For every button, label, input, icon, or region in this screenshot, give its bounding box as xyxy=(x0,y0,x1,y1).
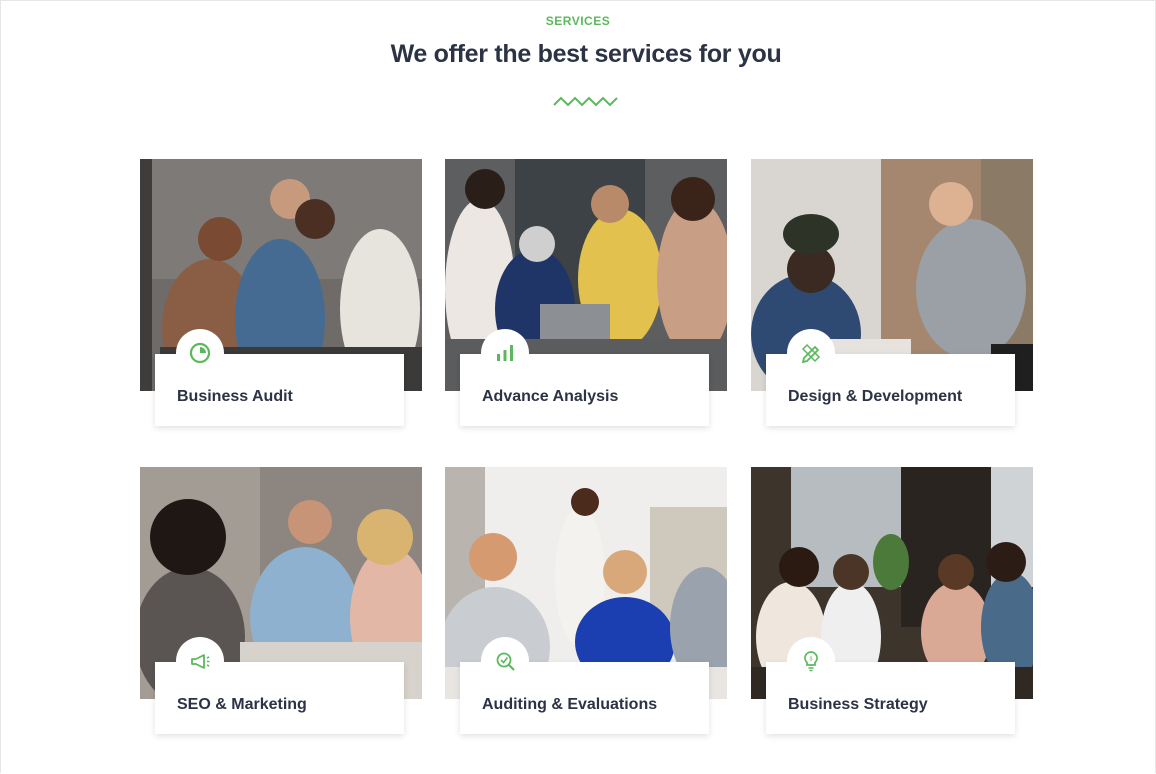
lightbulb-icon: $ xyxy=(787,637,835,685)
service-card-business-audit[interactable]: Business Audit xyxy=(140,159,422,427)
megaphone-icon xyxy=(176,637,224,685)
pie-chart-icon xyxy=(176,329,224,377)
service-title: Design & Development xyxy=(788,388,963,405)
zigzag-divider xyxy=(553,96,618,107)
magnifier-check-icon xyxy=(481,637,529,685)
svg-text:$: $ xyxy=(810,657,813,663)
service-title: Business Strategy xyxy=(788,696,928,713)
bar-chart-icon xyxy=(481,329,529,377)
service-card-design-development[interactable]: Design & Development xyxy=(751,159,1033,427)
service-card-business-strategy[interactable]: Business Strategy $ xyxy=(751,467,1033,735)
section-eyebrow: SERVICES xyxy=(545,14,611,28)
service-title: Advance Analysis xyxy=(482,388,619,405)
service-card-seo-marketing[interactable]: SEO & Marketing xyxy=(140,467,422,735)
service-card-auditing-evaluations[interactable]: Auditing & Evaluations xyxy=(445,467,727,735)
service-title: Business Audit xyxy=(177,388,293,405)
section-title: We offer the best services for you xyxy=(390,40,782,68)
pencil-ruler-icon xyxy=(787,329,835,377)
service-title: Auditing & Evaluations xyxy=(482,696,658,713)
service-title: SEO & Marketing xyxy=(177,696,307,713)
service-card-advance-analysis[interactable]: Advance Analysis xyxy=(445,159,727,427)
